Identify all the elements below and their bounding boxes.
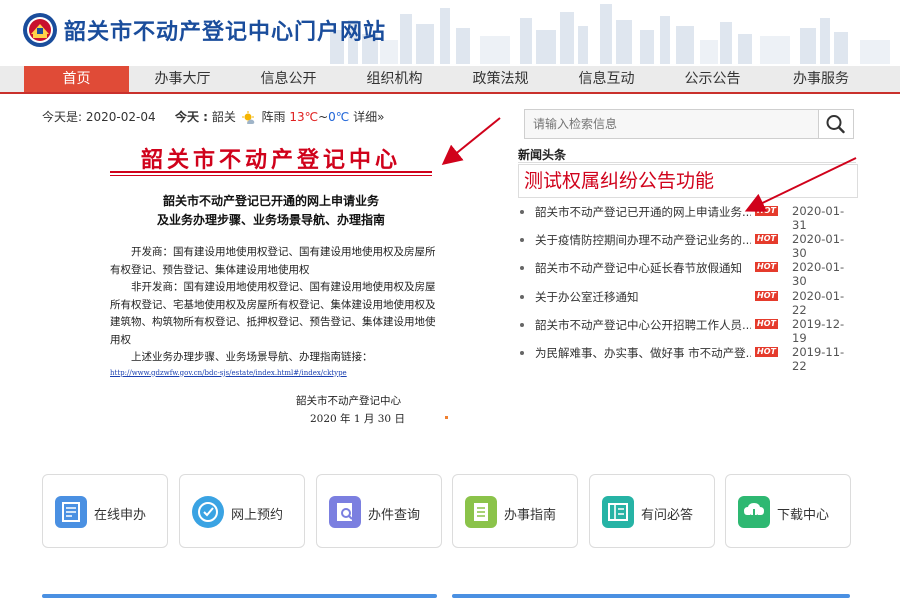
hot-badge: HOT — [755, 290, 778, 301]
news-heading-divider — [518, 162, 856, 163]
bullet-icon — [520, 322, 524, 327]
news-item-title[interactable]: 关于办公室迁移通知 — [535, 289, 751, 305]
section-bar — [42, 594, 437, 598]
document-paragraph-non-developer: 非开发商：国有建设用地使用权登记、国有建设用地使用权及房屋所有权登记、宅基地使用… — [110, 281, 436, 346]
document-header-rule-thin — [110, 175, 432, 176]
news-item[interactable]: 韶关市不动产登记中心公开招聘工作人员... HOT 2019-12-19 — [520, 317, 855, 345]
section-bar — [452, 594, 850, 598]
service-label: 下载中心 — [777, 508, 830, 523]
weather-detail-link[interactable]: 详细» — [353, 110, 384, 124]
news-item-date: 2020-01-22 — [792, 288, 845, 317]
bullet-icon — [520, 294, 524, 299]
hot-badge: HOT — [755, 262, 778, 273]
document-subtitle-line1: 韶关市不动产登记已开通的网上申请业务 — [162, 194, 379, 208]
decorative-dot — [445, 416, 448, 419]
news-item-title[interactable]: 为民解难事、办实事、做好事 市不动产登... — [535, 345, 751, 361]
news-item-date: 2020-01-31 — [792, 204, 845, 232]
news-item[interactable]: 韶关市不动产登记中心延长春节放假通知 HOT 2020-01-30 — [520, 260, 855, 288]
news-item-date: 2020-01-30 — [792, 232, 845, 261]
service-label: 办件查询 — [368, 508, 421, 523]
guide-icon — [465, 496, 497, 528]
news-item[interactable]: 韶关市不动产登记已开通的网上申请业务... HOT 2020-01-31 — [520, 204, 855, 232]
temp-low: 0℃ — [328, 110, 350, 124]
document-signature: 韶关市不动产登记中心 — [296, 395, 401, 407]
site-title: 韶关市不动产登记中心门户网站 — [64, 20, 387, 45]
query-icon — [329, 496, 361, 528]
nav-item-services[interactable]: 办事服务 — [766, 66, 876, 92]
search-button[interactable] — [818, 110, 853, 138]
service-label: 在线申办 — [94, 508, 147, 523]
online-apply-icon — [55, 496, 87, 528]
service-label: 办事指南 — [504, 508, 557, 523]
news-item-title[interactable]: 韶关市不动产登记中心延长春节放假通知 — [535, 260, 751, 276]
document-header-rule — [110, 171, 432, 173]
hot-badge: HOT — [755, 234, 778, 245]
news-item-title[interactable]: 韶关市不动产登记已开通的网上申请业务... — [535, 204, 751, 220]
news-item-title[interactable]: 关于疫情防控期间办理不动产登记业务的... — [535, 232, 751, 248]
download-icon — [738, 496, 770, 528]
document-paragraph-developer: 开发商：国有建设用地使用权登记、国有建设用地使用权及房屋所有权登记、预告登记、集… — [110, 246, 436, 276]
weather-label: 今天 : — [175, 110, 208, 124]
service-guide[interactable]: 办事指南 — [452, 474, 578, 548]
qa-icon — [602, 496, 634, 528]
weather-widget: 今天 : 韶关 阵雨 13℃~0℃ 详细» — [175, 108, 384, 125]
service-query[interactable]: 办件查询 — [316, 474, 442, 548]
test-banner-text: 测试权属纠纷公告功能 — [524, 170, 715, 192]
service-qa[interactable]: 有问必答 — [589, 474, 715, 548]
news-item-title[interactable]: 韶关市不动产登记中心公开招聘工作人员... — [535, 317, 751, 333]
document-link[interactable]: http://www.gdzwfw.gov.cn/bdc-sjs/estate/… — [110, 367, 438, 379]
service-label: 有问必答 — [641, 508, 694, 523]
news-list: 韶关市不动产登记已开通的网上申请业务... HOT 2020-01-31 关于疫… — [520, 204, 855, 373]
document-header: 韶关市不动产登记中心 — [140, 147, 401, 173]
main-nav: 首页 办事大厅 信息公开 组织机构 政策法规 信息互动 公示公告 办事服务 — [0, 66, 900, 94]
bullet-icon — [520, 210, 524, 214]
nav-item-announcement[interactable]: 公示公告 — [660, 66, 765, 92]
appointment-icon — [192, 496, 224, 528]
news-item-date: 2020-01-30 — [792, 260, 845, 289]
nav-item-info-public[interactable]: 信息公开 — [236, 66, 341, 92]
document-paragraph-link-intro: 上述业务办理步骤、业务场景导航、办理指南链接： — [131, 351, 373, 363]
hot-badge: HOT — [755, 206, 778, 216]
search-icon — [826, 115, 845, 134]
hot-badge: HOT — [755, 318, 778, 329]
news-item-date: 2019-12-19 — [792, 316, 845, 345]
nav-item-policy[interactable]: 政策法规 — [448, 66, 553, 92]
service-online-apply[interactable]: 在线申办 — [42, 474, 168, 548]
bullet-icon — [520, 238, 524, 243]
current-date: 今天是: 2020-02-04 — [42, 110, 156, 124]
document-subtitle-line2: 及业务办理步骤、业务场景导航、办理指南 — [156, 213, 385, 227]
news-item[interactable]: 为民解难事、办实事、做好事 市不动产登... HOT 2019-11-22 — [520, 345, 855, 373]
news-item[interactable]: 关于办公室迁移通知 HOT 2020-01-22 — [520, 289, 855, 317]
document-body: 开发商：国有建设用地使用权登记、国有建设用地使用权及房屋所有权登记、预告登记、集… — [110, 244, 438, 379]
nav-item-service-hall[interactable]: 办事大厅 — [130, 66, 235, 92]
site-header: 韶关市不动产登记中心门户网站 — [0, 0, 900, 64]
bullet-icon — [520, 266, 524, 271]
search-box — [524, 109, 854, 139]
news-heading: 新闻头条 — [518, 148, 567, 162]
temp-high: 13℃ — [289, 110, 319, 124]
rain-sun-icon — [241, 110, 254, 124]
news-item[interactable]: 关于疫情防控期间办理不动产登记业务的... HOT 2020-01-30 — [520, 232, 855, 260]
service-label: 网上预约 — [231, 508, 284, 523]
service-appointment[interactable]: 网上预约 — [179, 474, 305, 548]
weather-city: 韶关 — [211, 110, 236, 124]
nav-item-interaction[interactable]: 信息互动 — [554, 66, 659, 92]
bullet-icon — [520, 350, 524, 355]
main-content: 今天是: 2020-02-04 今天 : 韶关 阵雨 13℃~0℃ 详细» 韶关… — [0, 94, 900, 602]
temp-separator: ~ — [318, 110, 329, 124]
nav-item-organization[interactable]: 组织机构 — [342, 66, 447, 92]
hot-badge: HOT — [755, 346, 778, 357]
search-input[interactable] — [525, 110, 831, 138]
news-item-date: 2019-11-22 — [792, 344, 845, 373]
nav-item-home[interactable]: 首页 — [24, 66, 129, 92]
site-logo-icon — [23, 13, 57, 47]
weather-condition: 阵雨 — [261, 110, 286, 124]
document-date: 2020 年 1 月 30 日 — [310, 413, 405, 425]
service-download[interactable]: 下载中心 — [725, 474, 851, 548]
